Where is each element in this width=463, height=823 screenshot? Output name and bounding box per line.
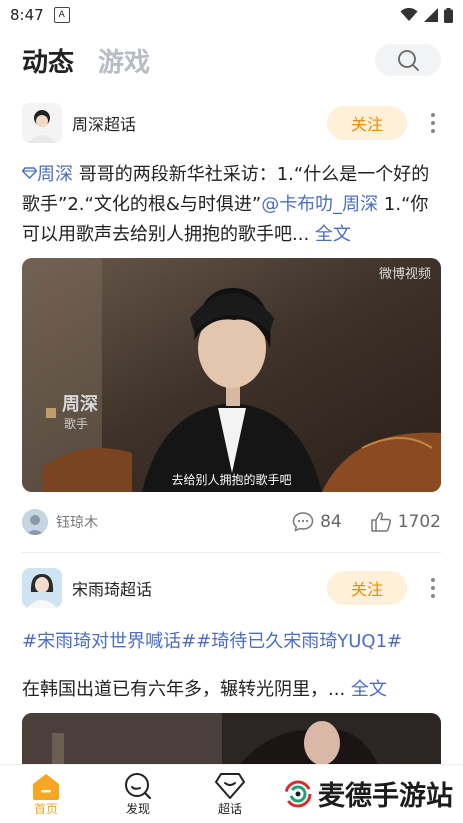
wifi-icon <box>400 8 418 21</box>
commenter-name[interactable]: 钰琼木 <box>56 512 98 532</box>
author-name[interactable]: 宋雨琦超话 <box>72 576 152 600</box>
full-text-link[interactable]: 全文 <box>351 679 387 700</box>
comment-icon <box>292 512 314 532</box>
diamond-icon <box>21 167 38 179</box>
topic-tag[interactable]: 周深 <box>21 164 73 185</box>
nav-supertopic[interactable]: 超话 <box>184 772 276 817</box>
topic-tag-label: 周深 <box>37 164 73 185</box>
video-watermark: 微博视频 <box>378 267 431 282</box>
diamond-icon <box>215 772 245 799</box>
tab-games[interactable]: 游戏 <box>98 42 150 79</box>
search-icon <box>398 50 419 71</box>
like-count: 1702 <box>397 512 441 532</box>
follow-button[interactable]: 关注 <box>327 106 407 140</box>
post-header: 宋雨琦超话 关注 <box>22 561 441 615</box>
nav-discover-label: 发现 <box>125 801 150 816</box>
post-header: 周深超话 关注 <box>22 96 441 150</box>
post-text: 周深 哥哥的两段新华社采访：1.“什么是一个好的歌手”2.“文化的根&与时俱进”… <box>21 160 441 250</box>
app-notification-icon: A <box>53 7 70 23</box>
post-text: 在韩国出道已有六年多，辗转光阴里，... 全文 <box>22 675 441 705</box>
video-role-caption: 歌手 <box>64 417 89 431</box>
avatar[interactable] <box>22 103 62 143</box>
more-options-icon[interactable] <box>425 578 441 598</box>
video-subtitle: 去给别人拥抱的歌手吧 <box>171 473 292 487</box>
feed-post: 宋雨琦超话 关注 #宋雨琦对世界喊话##琦待已久宋雨琦YUQ1# 在韩国出道已有… <box>0 561 463 773</box>
like-button[interactable]: 1702 <box>370 511 441 533</box>
full-text-link[interactable]: 全文 <box>315 224 351 245</box>
post-video[interactable]: 微博视频 周深 歌手 去给别人拥抱的歌手吧 <box>22 258 441 492</box>
avatar[interactable] <box>22 509 48 535</box>
brand-name: 麦德手游站 <box>318 781 453 812</box>
search-button[interactable] <box>375 44 441 76</box>
tab-feed[interactable]: 动态 <box>22 42 74 79</box>
divider <box>22 552 441 553</box>
follow-button[interactable]: 关注 <box>327 571 407 605</box>
home-icon <box>33 773 59 800</box>
author-name[interactable]: 周深超话 <box>72 111 136 135</box>
hashtag-links[interactable]: #宋雨琦对世界喊话##琦待已久宋雨琦YUQ1# <box>22 627 441 657</box>
nav-discover[interactable]: 发现 <box>92 772 184 817</box>
like-icon <box>370 512 391 532</box>
signal-icon <box>424 8 438 22</box>
top-bar: 动态 游戏 <box>0 30 463 90</box>
comment-button[interactable]: 84 <box>292 512 342 532</box>
status-time: 8:47 <box>10 6 44 24</box>
more-options-icon[interactable] <box>425 113 441 133</box>
post-footer: 钰琼木 84 1702 <box>22 492 441 552</box>
battery-icon <box>444 7 453 23</box>
discover-icon <box>125 772 152 799</box>
feed-post: 周深超话 关注 周深 哥哥的两段新华社采访：1.“什么是一个好的歌手”2.“文化… <box>0 96 463 552</box>
avatar[interactable] <box>22 568 62 608</box>
brand-watermark: 麦德手游站 <box>284 774 453 813</box>
nav-home[interactable]: 首页 <box>0 772 92 817</box>
comment-count: 84 <box>320 512 342 532</box>
video-name-caption: 周深 <box>62 394 98 415</box>
nav-supertopic-label: 超话 <box>217 801 242 816</box>
post-body: 在韩国出道已有六年多，辗转光阴里，... <box>22 679 351 700</box>
nav-home-label: 首页 <box>33 801 58 816</box>
brand-logo-icon <box>284 780 312 807</box>
status-bar: 8:47 A <box>0 0 463 30</box>
mention-link[interactable]: @卡布叻_周深 <box>261 194 378 215</box>
